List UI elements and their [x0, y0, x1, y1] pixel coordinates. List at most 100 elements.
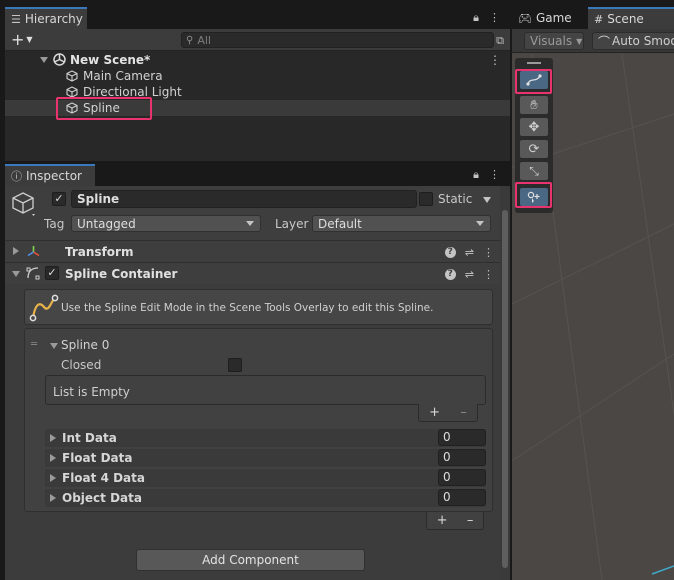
expand-arrow-icon[interactable] — [50, 494, 56, 502]
data-row-float4[interactable]: Float 4 Data 0 — [45, 469, 486, 487]
object-header: ✓ Spline Static Tag Untagged Layer Defau… — [5, 186, 510, 248]
kebab-menu-icon[interactable]: ⋮ — [489, 168, 500, 182]
data-row-object[interactable]: Object Data 0 — [45, 489, 486, 507]
add-component-button[interactable]: Add Component — [136, 549, 365, 571]
grid-icon: # — [594, 12, 604, 26]
scene-row[interactable]: New Scene* ⋮ — [5, 52, 510, 68]
scene-toolbar: Visuals ▼ ⌒ Auto Smoo — [512, 29, 674, 53]
component-enabled-checkbox[interactable]: ✓ — [45, 266, 59, 280]
add-label: + — [11, 30, 25, 49]
hierarchy-panel: ☰ Hierarchy 🔒︎ ⋮ + ▼ ⚲ All ⧉ New Scene* … — [5, 5, 510, 161]
rotate-tool-button[interactable]: ⟳ — [520, 140, 548, 158]
component-title: Transform — [65, 245, 134, 259]
data-count-field[interactable]: 0 — [438, 489, 486, 506]
inspector-header-icons: 🔒︎ ⋮ — [473, 168, 500, 182]
overlay-drag-handle[interactable] — [527, 62, 541, 64]
scrollbar-thumb[interactable] — [502, 210, 508, 568]
move-icon: ✥ — [528, 119, 540, 135]
help-icon[interactable]: ? — [444, 247, 456, 258]
expand-arrow-icon[interactable] — [13, 247, 19, 255]
object-name-value: Spline — [77, 192, 120, 206]
auto-smooth-dropdown[interactable]: ⌒ Auto Smoo — [592, 32, 674, 50]
component-transform[interactable]: Transform ? ⇌ ⋮ — [5, 240, 500, 262]
scene-panel: 🎮︎ Game # Scene Visuals ▼ ⌒ Auto Smoo ✋︎… — [512, 5, 674, 580]
gameobject-cube-icon — [66, 70, 78, 82]
closed-label: Closed — [61, 358, 102, 372]
hand-tool-button[interactable]: ✋︎ — [520, 96, 548, 114]
scene-kebab-icon[interactable]: ⋮ — [489, 53, 501, 67]
lock-icon[interactable]: 🔒︎ — [473, 11, 479, 25]
tab-game[interactable]: 🎮︎ Game — [512, 7, 584, 29]
kebab-menu-icon[interactable]: ⋮ — [489, 11, 500, 25]
search-filter-icon[interactable]: ⧉ — [496, 34, 504, 48]
presets-icon[interactable]: ⇌ — [465, 268, 474, 281]
help-text: Use the Spline Edit Mode in the Scene To… — [61, 302, 434, 314]
data-row-float[interactable]: Float Data 0 — [45, 449, 486, 467]
visuals-dropdown[interactable]: Visuals ▼ — [524, 32, 584, 50]
tab-inspector-label: Inspector — [26, 169, 82, 183]
layer-label: Layer — [275, 217, 309, 231]
scene-name: New Scene* — [70, 53, 151, 67]
search-placeholder: All — [197, 33, 211, 47]
component-spline-container[interactable]: ✓ Spline Container ? ⇌ ⋮ — [5, 262, 500, 284]
tag-label: Tag — [44, 217, 65, 231]
active-checkbox[interactable]: ✓ — [52, 192, 66, 206]
lock-icon[interactable]: 🔒︎ — [473, 168, 479, 182]
object-name-field[interactable]: Spline — [71, 190, 417, 208]
expand-arrow-icon[interactable] — [40, 57, 48, 63]
data-label: Int Data — [62, 431, 117, 445]
tab-scene[interactable]: # Scene — [588, 7, 674, 29]
data-label: Float Data — [62, 451, 133, 465]
data-count-field[interactable]: 0 — [438, 469, 486, 486]
data-row-int[interactable]: Int Data 0 — [45, 429, 486, 447]
tab-inspector[interactable]: ⓘ Inspector — [5, 164, 95, 186]
list-item[interactable]: Main Camera — [5, 68, 510, 84]
tangent-icon: ⌒ — [598, 34, 611, 49]
remove-knot-button[interactable]: – — [460, 405, 467, 420]
expand-arrow-icon[interactable] — [50, 474, 56, 482]
add-object-button[interactable]: + ▼ — [11, 31, 33, 48]
data-count-field[interactable]: 0 — [438, 429, 486, 446]
closed-checkbox[interactable] — [228, 358, 242, 372]
presets-icon[interactable]: ⇌ — [465, 246, 474, 259]
hierarchy-tab-bar: ☰ Hierarchy 🔒︎ ⋮ — [5, 5, 510, 29]
collapse-arrow-icon[interactable] — [12, 271, 20, 277]
expand-arrow-icon[interactable] — [50, 434, 56, 442]
help-icon[interactable]: ? — [444, 269, 456, 280]
hierarchy-toolbar: + ▼ ⚲ All ⧉ — [5, 29, 510, 51]
drag-handle-icon[interactable]: ═ — [31, 339, 37, 350]
tag-dropdown[interactable]: Untagged — [71, 215, 261, 232]
add-knot-button[interactable]: + — [429, 405, 440, 420]
gameobject-large-icon[interactable] — [11, 191, 37, 217]
hand-icon: ✋︎ — [530, 97, 538, 113]
add-spline-button[interactable]: + — [437, 513, 448, 528]
kebab-menu-icon[interactable]: ⋮ — [483, 268, 494, 281]
move-tool-button[interactable]: ✥ — [520, 118, 548, 136]
list-empty-text: List is Empty — [53, 385, 130, 399]
spline-info-icon — [29, 294, 59, 322]
spline-row-highlight — [56, 97, 152, 120]
data-count-field[interactable]: 0 — [438, 449, 486, 466]
hierarchy-header-icons: 🔒︎ ⋮ — [473, 11, 500, 25]
tab-hierarchy-label: Hierarchy — [24, 12, 83, 26]
transform-icon — [27, 246, 40, 257]
static-dropdown-icon[interactable] — [483, 197, 491, 203]
search-input[interactable]: ⚲ All — [181, 32, 494, 48]
static-checkbox[interactable] — [419, 192, 433, 206]
layer-dropdown[interactable]: Default — [312, 215, 491, 232]
collapse-arrow-icon[interactable] — [50, 343, 58, 349]
gamepad-icon: 🎮︎ — [518, 11, 532, 25]
list-add-remove: + – — [418, 404, 478, 422]
knots-list: List is Empty — [45, 375, 486, 405]
expand-arrow-icon[interactable] — [50, 454, 56, 462]
item-label: Main Camera — [83, 69, 163, 83]
scale-tool-button[interactable]: ⤡ — [520, 162, 548, 180]
tab-hierarchy[interactable]: ☰ Hierarchy — [5, 7, 87, 29]
inspector-panel: ⓘ Inspector 🔒︎ ⋮ ✓ Spline Static Tag Unt… — [5, 162, 510, 580]
info-icon: ⓘ — [11, 170, 22, 183]
kebab-menu-icon[interactable]: ⋮ — [483, 246, 494, 259]
search-icon: ⚲ — [186, 34, 194, 46]
help-box: Use the Spline Edit Mode in the Scene To… — [24, 289, 493, 325]
chevron-down-icon: ▼ — [576, 36, 583, 46]
remove-spline-button[interactable]: – — [467, 513, 474, 528]
